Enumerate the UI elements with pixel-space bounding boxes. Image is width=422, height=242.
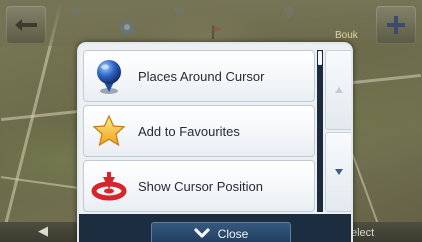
- menu-item-label: Add to Favourites: [138, 123, 240, 139]
- map-place-label: Bouk: [335, 30, 358, 41]
- scrollbar-thumb[interactable]: [318, 51, 322, 65]
- star-icon: [84, 105, 134, 157]
- close-label: Close: [217, 226, 249, 241]
- cursor-context-menu: Places Around Cursor Add to Favourites S…: [77, 42, 353, 242]
- scroll-up-button[interactable]: [325, 50, 351, 130]
- zoom-button[interactable]: [376, 6, 416, 44]
- select-hint-label[interactable]: elect: [351, 227, 374, 239]
- navigation-screen: Bouk ◀ elect Places Around Cursor Add to…: [0, 0, 422, 242]
- chevron-down-icon: [194, 227, 210, 238]
- cursor-position-icon: [84, 160, 134, 212]
- triangle-down-icon: [335, 169, 343, 175]
- scroll-down-button[interactable]: [325, 132, 351, 212]
- map-menu-icon: [15, 19, 37, 31]
- scrollbar-track[interactable]: [317, 50, 323, 212]
- globe-icon: [84, 50, 134, 102]
- zoom-icon: [387, 16, 405, 34]
- back-arrow-icon[interactable]: ◀: [38, 224, 48, 239]
- menu-item-label: Show Cursor Position: [138, 178, 263, 194]
- close-button[interactable]: Close: [151, 222, 291, 242]
- map-top-toolbar: [0, 0, 422, 46]
- menu-list: Places Around Cursor Add to Favourites S…: [83, 50, 315, 212]
- menu-item-add-to-favourites[interactable]: Add to Favourites: [83, 105, 315, 157]
- map-menu-button[interactable]: [6, 6, 46, 44]
- menu-item-label: Places Around Cursor: [138, 68, 265, 84]
- menu-item-show-cursor-position[interactable]: Show Cursor Position: [83, 160, 315, 212]
- triangle-up-icon: [335, 87, 343, 93]
- menu-item-places-around-cursor[interactable]: Places Around Cursor: [83, 50, 315, 102]
